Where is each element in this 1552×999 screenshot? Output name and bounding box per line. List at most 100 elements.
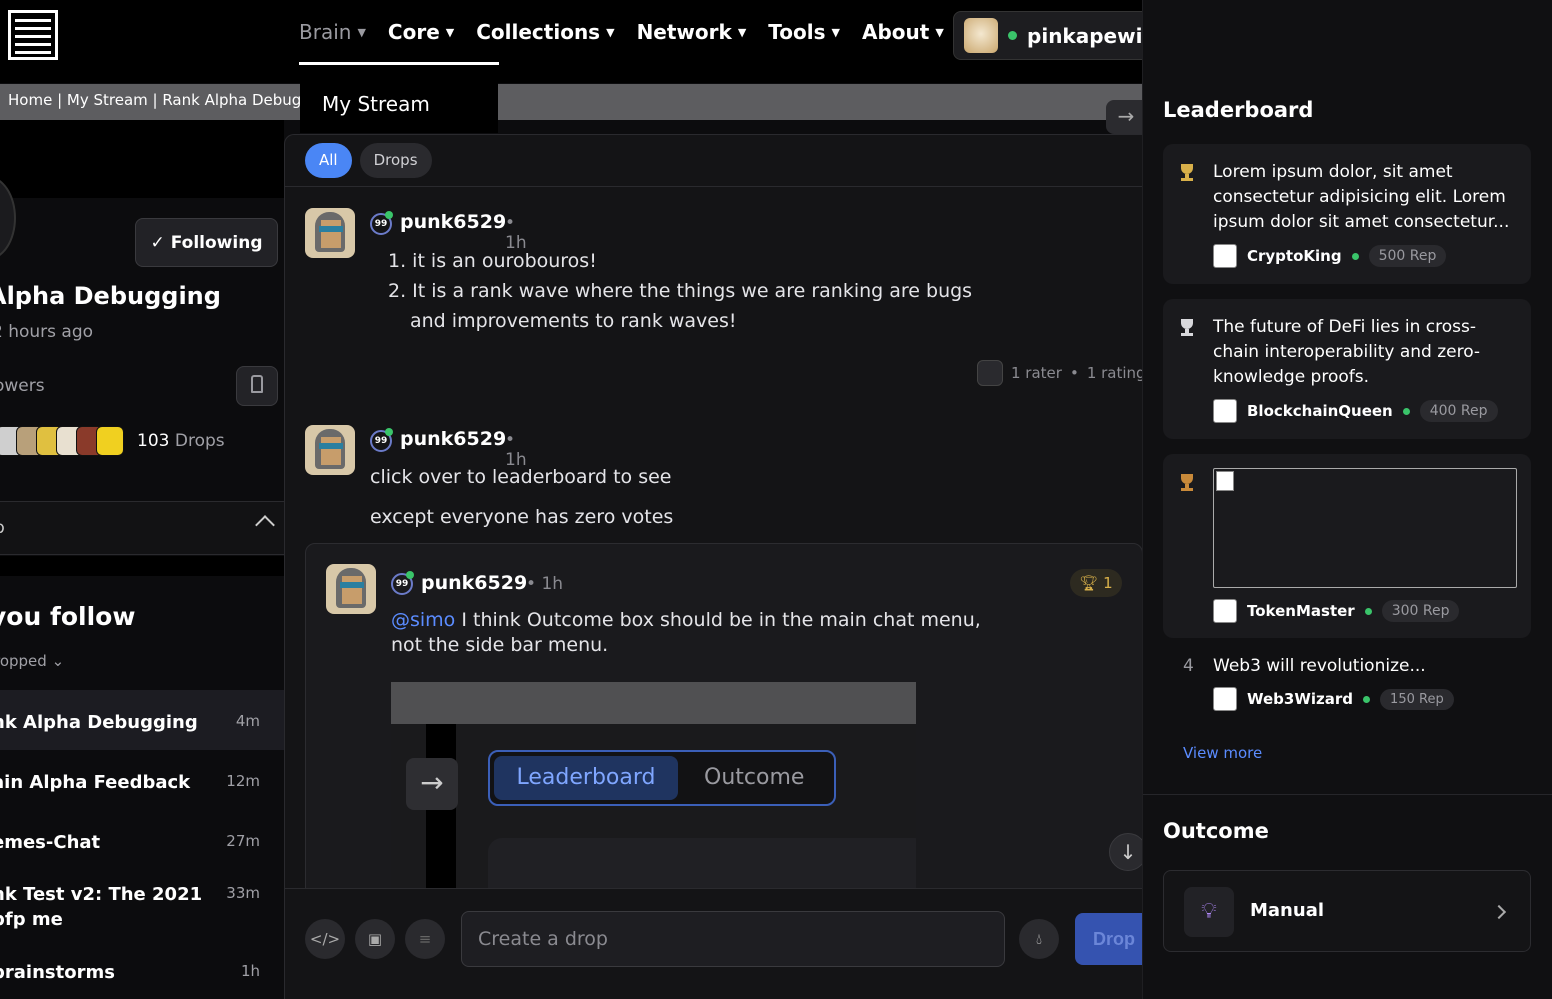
- rep-badge: 150 Rep: [1380, 688, 1454, 710]
- level-badge: 99: [370, 428, 393, 452]
- outcome-manual-item[interactable]: 💡︎ Manual: [1163, 870, 1531, 952]
- tab-all[interactable]: All: [305, 143, 352, 178]
- avatar: [964, 18, 999, 53]
- author-name[interactable]: punk6529: [421, 572, 527, 594]
- nav-item-network[interactable]: Network ▼: [637, 20, 747, 44]
- drop-submit-button[interactable]: Drop: [1075, 913, 1142, 965]
- app-logo[interactable]: [8, 10, 58, 60]
- nav-item-core[interactable]: Core ▼: [388, 20, 454, 44]
- trophy-badge: 🏆︎ 1: [1070, 569, 1122, 597]
- top-navigation: Brain ▼ Core ▼ Collections ▼ Network ▼ Tools…: [0, 0, 1153, 83]
- drop-text-line: @simo I think Outcome box should be in t…: [391, 609, 981, 631]
- avatar: [1213, 399, 1237, 423]
- tab-drops[interactable]: Drops: [359, 143, 432, 178]
- lightbulb-icon: 💡︎: [1184, 887, 1234, 937]
- online-status-dot: [1402, 407, 1410, 415]
- drop-text-line: and improvements to rank waves!: [410, 310, 737, 332]
- pin-button[interactable]: [236, 366, 278, 406]
- online-status-dot: [1364, 607, 1372, 615]
- avatar: [1213, 244, 1237, 268]
- level-badge: 99: [391, 571, 414, 595]
- leaderboard-entry[interactable]: The future of DeFi lies in cross-chain i…: [1163, 299, 1531, 439]
- chevron-down-icon: ▼: [831, 25, 840, 39]
- trophy-icon: [1177, 164, 1197, 182]
- pin-icon: [251, 375, 263, 393]
- attached-screenshot[interactable]: → Leaderboard Outcome: [391, 682, 916, 902]
- author-avatar[interactable]: [326, 564, 376, 614]
- nav-item-about[interactable]: About ▼: [862, 20, 944, 44]
- online-status-dot: [1363, 695, 1371, 703]
- wave-list-item[interactable]: nk Test v2: The 2021 pfp me33m: [0, 870, 284, 948]
- quoted-drop[interactable]: 99 punk6529 • 1h 🏆︎ 1 @simo I think Outc…: [305, 543, 1142, 903]
- user-menu-button[interactable]: pinkapewit: [953, 11, 1153, 60]
- brain-dropdown-item-my-stream[interactable]: My Stream: [300, 83, 498, 133]
- leaderboard-entry-text: Lorem ipsum dolor, sit amet consectetur …: [1213, 162, 1510, 232]
- author-avatar[interactable]: [305, 208, 355, 258]
- leaderboard-user[interactable]: TokenMaster: [1247, 602, 1355, 620]
- leaderboard-entry-text[interactable]: Web3 will revolutionize...: [1213, 654, 1518, 679]
- chevron-down-icon: ▼: [357, 25, 366, 39]
- chevron-down-icon: ▼: [606, 25, 615, 39]
- nav-item-tools[interactable]: Tools ▼: [768, 20, 840, 44]
- drop-composer: </> ▣ ≡ 💧︎ Drop: [285, 888, 1142, 999]
- nav-item-collections[interactable]: Collections ▼: [476, 20, 614, 44]
- chevron-down-icon: ⌄: [51, 652, 65, 670]
- rater-avatar: [977, 360, 1003, 386]
- drop-text-line: except everyone has zero votes: [370, 506, 674, 528]
- chevron-up-icon: [255, 515, 275, 535]
- chevron-right-icon: [1491, 904, 1507, 920]
- drop-text-line: click over to leaderboard to see: [370, 466, 672, 488]
- avatar: [1213, 599, 1237, 623]
- code-icon[interactable]: </>: [305, 919, 345, 959]
- trophy-icon: [1177, 474, 1197, 492]
- nav-menu: Brain ▼ Core ▼ Collections ▼ Network ▼ Tools…: [299, 20, 944, 44]
- create-drop-input[interactable]: [461, 911, 1005, 967]
- leaderboard-entry-text: The future of DeFi lies in cross-chain i…: [1213, 317, 1481, 387]
- online-status-dot: [1351, 252, 1359, 260]
- level-badge: 99: [370, 211, 393, 235]
- wave-title: Alpha Debugging: [0, 282, 221, 310]
- wave-details-sidebar: Leaderboard Lorem ipsum dolor, sit amet …: [1142, 0, 1552, 999]
- leaderboard-entry[interactable]: Lorem ipsum dolor, sit amet consectetur …: [1163, 144, 1531, 284]
- follower-avatars[interactable]: [0, 426, 124, 456]
- followed-waves-list: nk Alpha Debugging 4m ain Alpha Feedback 1…: [0, 690, 284, 999]
- wave-list-item[interactable]: ain Alpha Feedback 12m: [0, 750, 284, 810]
- outcome-item-label: Manual: [1250, 900, 1325, 921]
- drop-text-line: 1. it is an ourobouros!: [388, 250, 597, 272]
- avatar: [1213, 687, 1237, 711]
- user-mention[interactable]: @simo: [391, 609, 455, 631]
- waves-you-follow-title: you follow: [0, 602, 136, 631]
- collapsible-section-header[interactable]: p: [0, 501, 284, 555]
- leaderboard-user[interactable]: BlockchainQueen: [1247, 402, 1393, 420]
- leaderboard-user[interactable]: Web3Wizard: [1247, 690, 1353, 708]
- followers-label: owers: [0, 376, 45, 396]
- author-avatar[interactable]: [305, 425, 355, 475]
- wave-list-item[interactable]: brainstorms 1h: [0, 948, 284, 999]
- drop-text-line: 2. It is a rank wave where the things we…: [388, 280, 973, 302]
- active-nav-indicator: [299, 62, 499, 65]
- broken-image: [1213, 468, 1517, 588]
- screenshot-toggle: Leaderboard Outcome: [488, 750, 836, 806]
- author-name[interactable]: punk6529: [400, 211, 506, 233]
- scroll-down-arrow-icon[interactable]: ↓: [1109, 833, 1142, 871]
- section-divider: [1143, 794, 1552, 795]
- author-name[interactable]: punk6529: [400, 428, 506, 450]
- leaderboard-entry[interactable]: TokenMaster 300 Rep: [1163, 454, 1531, 638]
- wave-list-item[interactable]: emes-Chat 27m: [0, 810, 284, 870]
- drops-count: 103 Drops: [137, 431, 225, 451]
- wave-list-item[interactable]: nk Alpha Debugging 4m: [0, 690, 284, 750]
- view-more-link[interactable]: View more: [1183, 744, 1262, 762]
- drop-ratings[interactable]: 1 rater• 1 ratings: [977, 360, 1142, 386]
- filter-icon[interactable]: ≡: [405, 919, 445, 959]
- drops-icon[interactable]: 💧︎: [1019, 919, 1059, 959]
- leaderboard-rank: 4: [1183, 656, 1194, 676]
- nav-item-brain[interactable]: Brain ▼: [299, 20, 366, 44]
- breadcrumb[interactable]: Home | My Stream | Rank Alpha Debugging: [8, 91, 300, 109]
- expand-sidebar-arrow-icon[interactable]: →: [1106, 100, 1146, 134]
- image-icon[interactable]: ▣: [355, 919, 395, 959]
- sort-dropdown[interactable]: ropped ⌄: [0, 652, 64, 670]
- following-button[interactable]: ✓ Following: [135, 218, 278, 267]
- drops-stream: All Drops 99 punk6529 • 1h 1. it is an o…: [284, 134, 1142, 999]
- leaderboard-user[interactable]: CryptoKing: [1247, 247, 1342, 265]
- chevron-down-icon: ▼: [445, 25, 455, 39]
